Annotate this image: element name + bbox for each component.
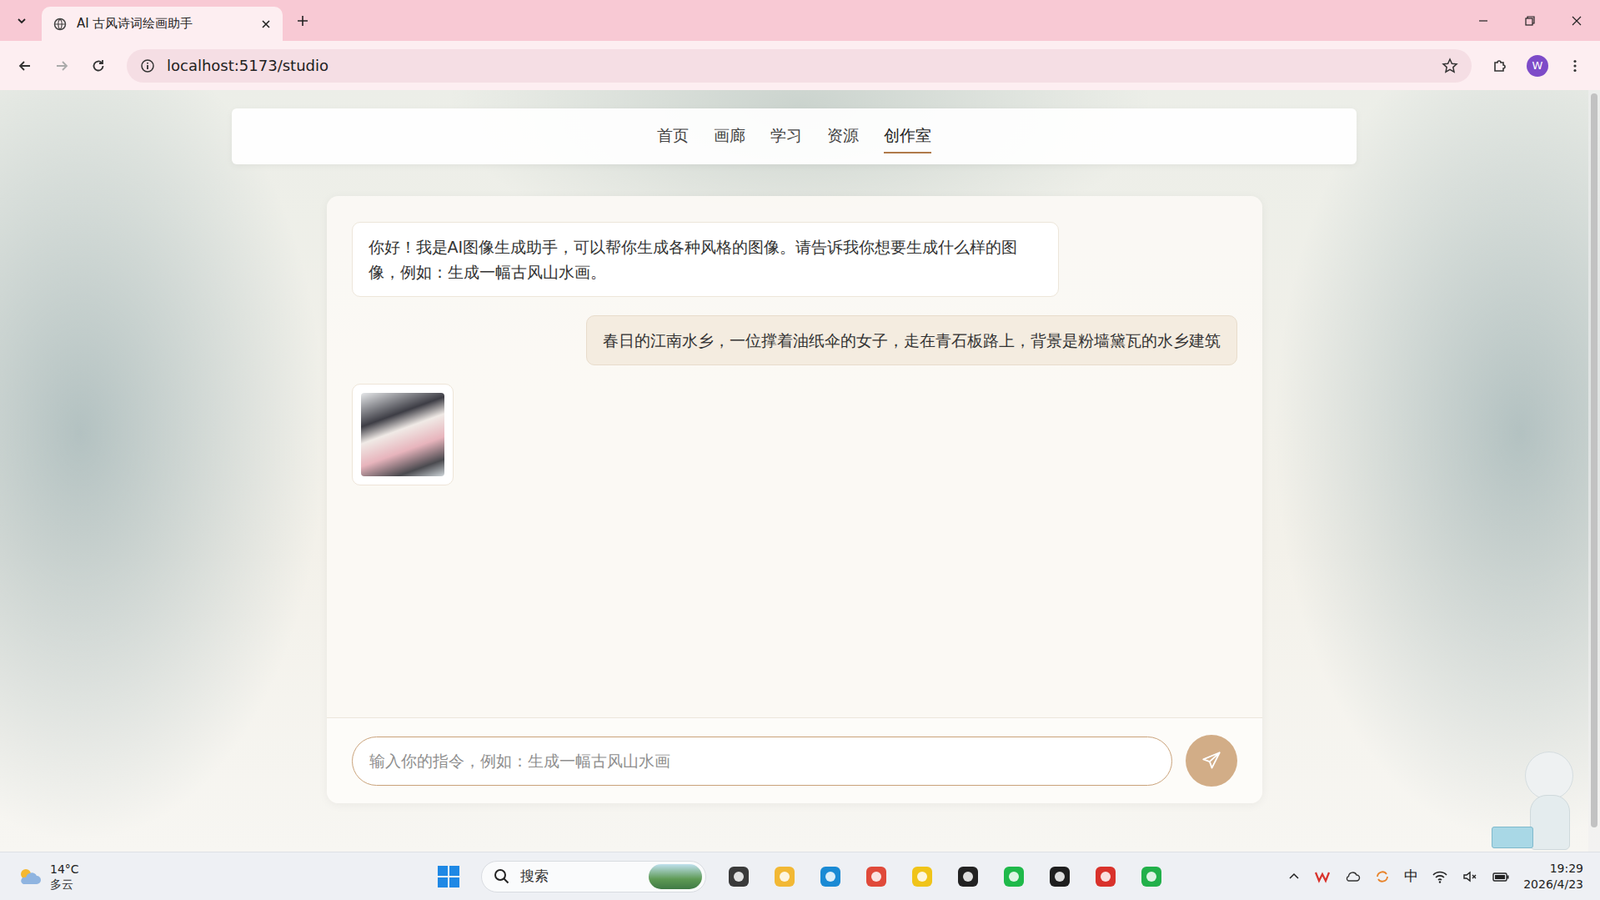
taskbar-search[interactable]: 搜索 xyxy=(481,860,707,893)
chat-app-icon xyxy=(1139,864,1164,888)
taskbar: 14°C多云 搜索 中 19:292026/4/23 xyxy=(0,851,1600,900)
message-list: 你好！我是AI图像生成助手，可以帮你生成各种风格的图像。请告诉我你想要生成什么样… xyxy=(326,195,1263,718)
chrome-icon xyxy=(864,864,888,888)
chevron-down-icon xyxy=(15,15,28,27)
toolbar: localhost:5173/studio W xyxy=(0,40,1600,91)
message-row xyxy=(351,383,1238,486)
restore-button[interactable] xyxy=(1506,0,1554,41)
wps-icon xyxy=(1093,864,1118,888)
nav-item[interactable]: 画廊 xyxy=(713,120,746,154)
nav-item[interactable]: 首页 xyxy=(657,120,689,154)
image-picture xyxy=(361,392,445,477)
reload-icon xyxy=(90,58,106,74)
extensions-button[interactable] xyxy=(1484,50,1515,81)
kebab-menu-icon xyxy=(1567,58,1583,74)
plus-icon xyxy=(295,14,310,28)
prompt-input[interactable] xyxy=(351,736,1173,786)
nav-item[interactable]: 资源 xyxy=(827,120,859,154)
music-button[interactable] xyxy=(902,856,943,897)
restore-icon xyxy=(1524,15,1536,27)
wifi-icon[interactable] xyxy=(1431,867,1449,885)
sync-icon[interactable] xyxy=(1374,867,1391,885)
globe-icon xyxy=(53,17,67,31)
edge-button[interactable] xyxy=(810,856,851,897)
close-window-icon xyxy=(1570,15,1583,27)
chrome-button[interactable] xyxy=(856,856,897,897)
tab-title: AI 古风诗词绘画助手 xyxy=(76,15,251,32)
minimize-icon xyxy=(1477,15,1490,27)
search-highlight-picture xyxy=(648,863,703,889)
address-bar[interactable]: localhost:5173/studio xyxy=(126,49,1472,83)
input-method[interactable]: 中 xyxy=(1404,866,1419,886)
mascot-figure[interactable] xyxy=(1491,751,1584,852)
windows-logo-icon xyxy=(436,864,461,888)
back-button[interactable] xyxy=(10,50,41,81)
reload-button[interactable] xyxy=(83,50,114,81)
profile-avatar[interactable]: W xyxy=(1526,55,1549,77)
arrow-right-icon xyxy=(54,58,70,74)
cloud-icon[interactable] xyxy=(1344,867,1361,885)
url-text: localhost:5173/studio xyxy=(166,56,329,75)
screen: AI 古风诗词绘画助手 localhost:5173/studio W 首页画廊学习资… xyxy=(0,0,1600,900)
terminal-button[interactable] xyxy=(1039,856,1080,897)
wechat-icon xyxy=(1002,864,1026,888)
file-explorer-button[interactable] xyxy=(764,856,805,897)
tab-search-button[interactable] xyxy=(8,7,36,35)
wps-tray-icon[interactable] xyxy=(1314,867,1331,885)
speaker-muted-icon[interactable] xyxy=(1461,867,1479,885)
nav-item[interactable]: 学习 xyxy=(770,120,803,154)
cloudy-icon xyxy=(16,865,42,888)
close-window-button[interactable] xyxy=(1553,0,1600,41)
start-button[interactable] xyxy=(428,856,469,897)
send-button[interactable] xyxy=(1185,734,1238,787)
clock-time: 19:29 xyxy=(1549,860,1584,877)
wechat-button[interactable] xyxy=(993,856,1034,897)
search-placeholder: 搜索 xyxy=(520,866,549,886)
wps-button[interactable] xyxy=(1085,856,1126,897)
clock-date: 2026/4/23 xyxy=(1523,876,1584,893)
generated-image[interactable] xyxy=(351,383,454,486)
web-page: 首页画廊学习资源创作室你好！我是AI图像生成助手，可以帮你生成各种风格的图像。请… xyxy=(0,90,1600,852)
qq-button[interactable] xyxy=(947,856,989,897)
weather-widget[interactable]: 14°C多云 xyxy=(16,861,429,892)
qq-icon xyxy=(956,864,980,888)
nav-item[interactable]: 创作室 xyxy=(883,120,932,154)
message-bubble: 春日的江南水乡，一位撑着油纸伞的女子，走在青石板路上，背景是粉墙黛瓦的水乡建筑 xyxy=(586,315,1238,366)
send-icon xyxy=(1200,749,1223,772)
terminal-icon xyxy=(1048,864,1072,888)
new-tab-button[interactable] xyxy=(289,7,316,35)
battery-icon[interactable] xyxy=(1491,867,1510,885)
chat-card: 你好！我是AI图像生成助手，可以帮你生成各种风格的图像。请告诉我你想要生成什么样… xyxy=(326,195,1263,803)
edge-icon xyxy=(818,864,843,888)
info-icon[interactable] xyxy=(140,58,156,74)
close-icon[interactable] xyxy=(260,19,271,30)
menu-button[interactable] xyxy=(1559,50,1590,81)
minimize-button[interactable] xyxy=(1459,0,1507,41)
scrollbar-thumb[interactable] xyxy=(1590,93,1598,828)
message-row: 你好！我是AI图像生成助手，可以帮你生成各种风格的图像。请告诉我你想要生成什么样… xyxy=(351,221,1238,297)
chat-app-button[interactable] xyxy=(1131,856,1172,897)
input-area xyxy=(326,717,1263,803)
file-explorer-icon xyxy=(772,864,797,888)
task-view-icon xyxy=(727,864,751,888)
message-row: 春日的江南水乡，一位撑着油纸伞的女子，走在青石板路上，背景是粉墙黛瓦的水乡建筑 xyxy=(351,315,1238,366)
forward-button[interactable] xyxy=(46,50,77,81)
browser-tab[interactable]: AI 古风诗词绘画助手 xyxy=(41,6,283,41)
weather-temp: 14°C xyxy=(50,861,80,877)
nav-bar: 首页画廊学习资源创作室 xyxy=(231,108,1357,165)
star-icon[interactable] xyxy=(1441,57,1459,75)
weather-condition: 多云 xyxy=(50,876,80,892)
music-icon xyxy=(910,864,934,888)
tab-bar: AI 古风诗词绘画助手 xyxy=(0,0,1600,41)
scrollbar[interactable] xyxy=(1588,90,1600,852)
clock[interactable]: 19:292026/4/23 xyxy=(1523,860,1584,893)
chevron-up-icon[interactable] xyxy=(1287,869,1301,883)
puzzle-icon xyxy=(1491,57,1509,75)
message-bubble: 你好！我是AI图像生成助手，可以帮你生成各种风格的图像。请告诉我你想要生成什么样… xyxy=(351,221,1059,297)
arrow-left-icon xyxy=(17,58,33,74)
search-icon xyxy=(493,867,511,885)
task-view-button[interactable] xyxy=(718,856,759,897)
